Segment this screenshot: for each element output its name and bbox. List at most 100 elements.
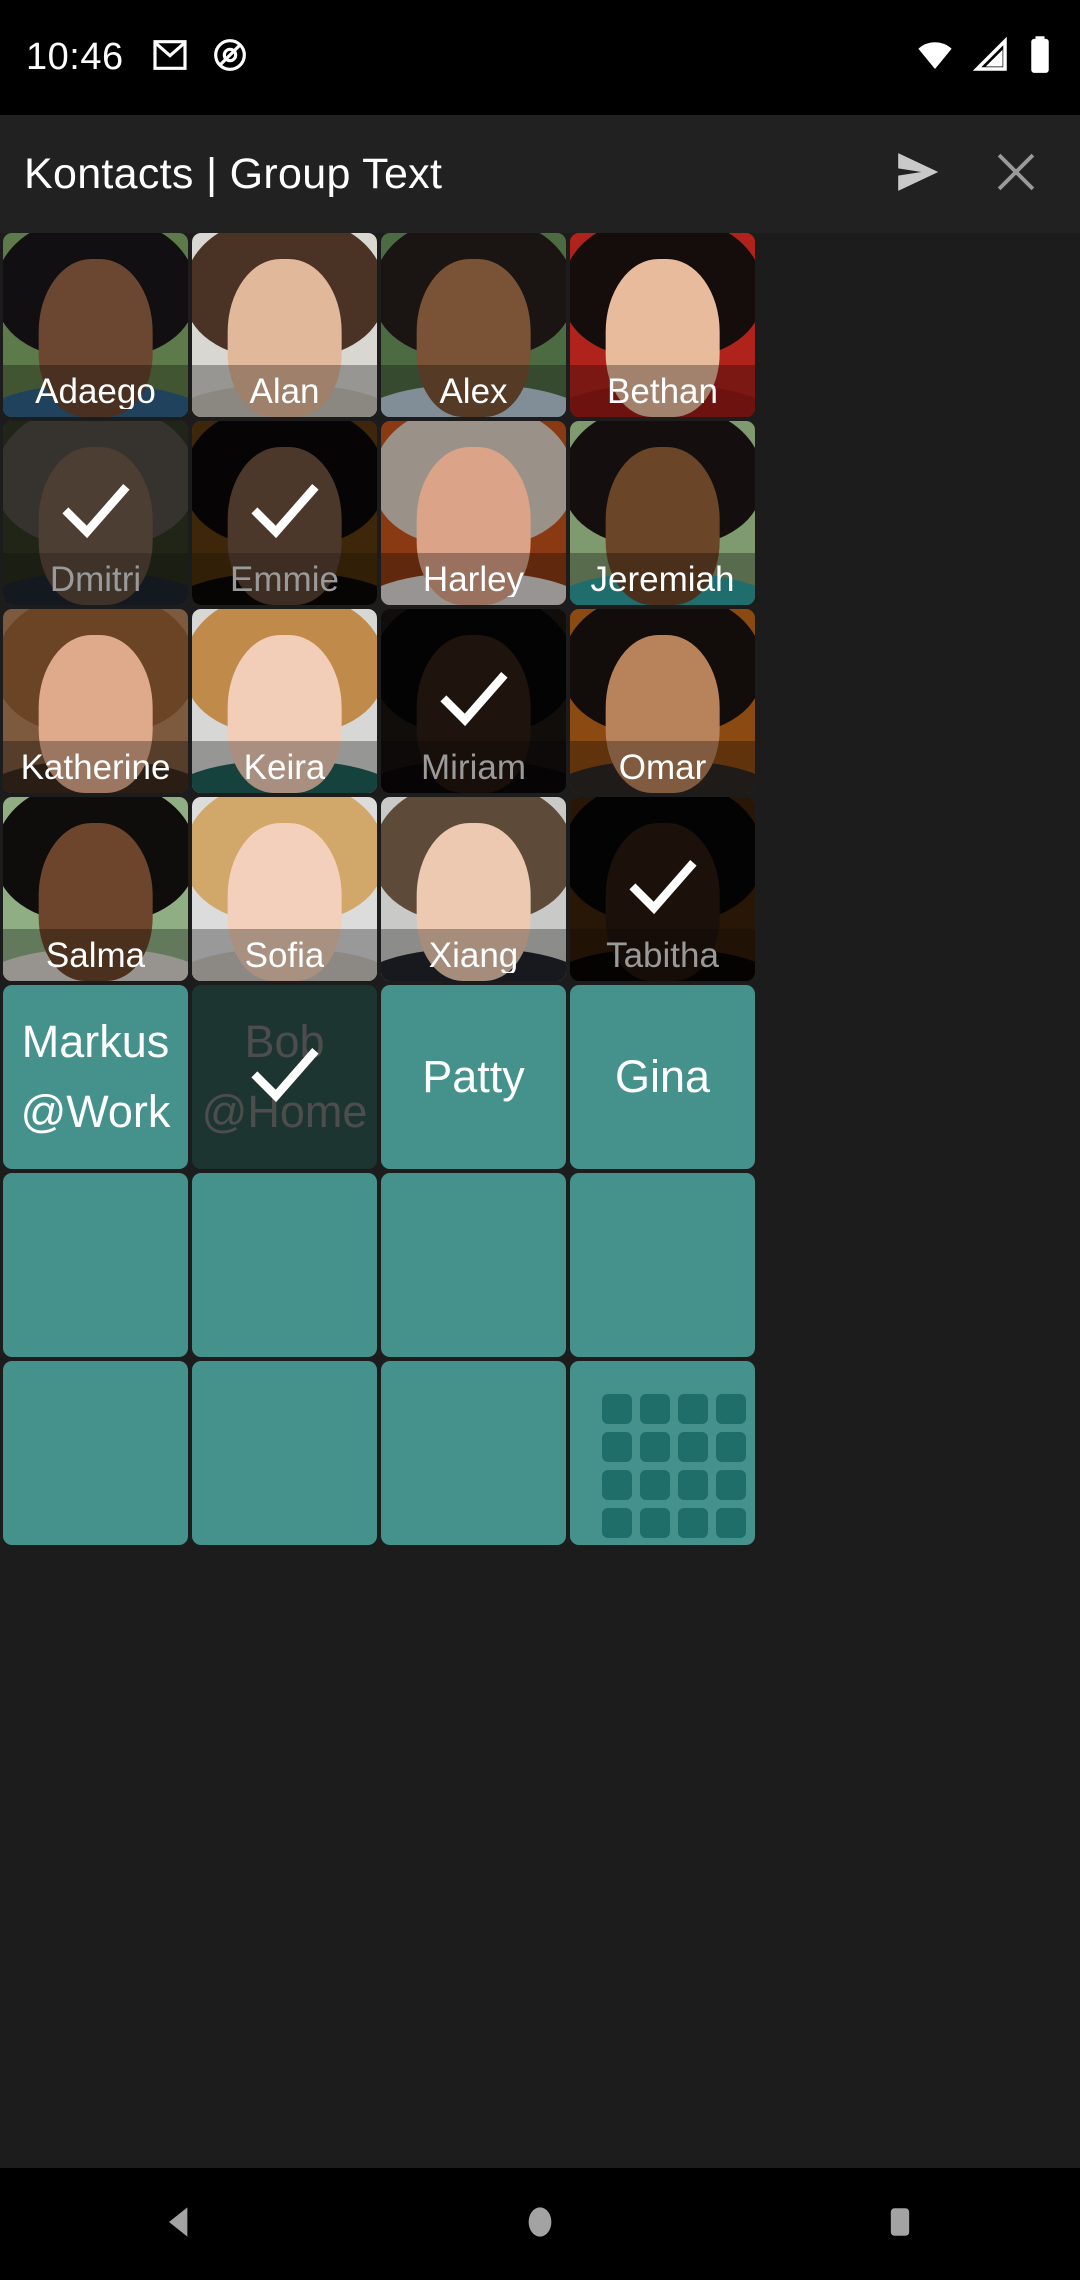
contact-tile[interactable]: Bethan — [570, 233, 755, 417]
grid-icon-cell — [716, 1394, 746, 1424]
contact-name: Jeremiah — [590, 561, 735, 597]
contact-name: Omar — [618, 749, 707, 785]
home-circle-icon — [518, 2200, 562, 2249]
send-button[interactable] — [890, 146, 946, 202]
contact-tile[interactable]: Emmie — [192, 421, 377, 605]
contact-name: Alex — [439, 373, 508, 409]
grid-icon-cell — [678, 1432, 708, 1462]
contact-name: Bethan — [607, 373, 718, 409]
contact-tile[interactable]: Tabitha — [570, 797, 755, 981]
contact-name-bar: Sofia — [192, 929, 377, 981]
grid-icon-cell — [716, 1508, 746, 1538]
screen: 10:46 Kontacts | Group Text Adaego Alan … — [0, 0, 1080, 2280]
group-tile[interactable]: Gina — [570, 985, 755, 1169]
grid-icon-cell — [640, 1394, 670, 1424]
empty-group-tile[interactable] — [570, 1173, 755, 1357]
contact-tile[interactable]: Alex — [381, 233, 566, 417]
app-bar-actions — [890, 146, 1056, 202]
contact-name: Katherine — [20, 749, 171, 785]
contact-name-bar: Xiang — [381, 929, 566, 981]
android-nav-bar — [0, 2168, 1080, 2280]
checkmark-icon — [250, 484, 319, 539]
contact-name: Harley — [422, 561, 525, 597]
gmail-icon — [150, 35, 190, 80]
page-title: Kontacts | Group Text — [24, 149, 443, 198]
contact-name-bar: Alan — [192, 365, 377, 417]
empty-group-tile[interactable] — [381, 1361, 566, 1545]
empty-group-tile[interactable] — [3, 1173, 188, 1357]
close-icon — [989, 145, 1043, 204]
grid-icon-cell — [678, 1394, 708, 1424]
contact-name: Salma — [45, 937, 146, 973]
empty-group-tile[interactable] — [381, 1173, 566, 1357]
cell-signal-icon — [970, 34, 1012, 81]
contact-name-bar: Harley — [381, 553, 566, 605]
contact-tile[interactable]: Miriam — [381, 609, 566, 793]
group-tile[interactable]: Markus @Work — [3, 985, 188, 1169]
contact-grid: Adaego Alan Alex Bethan Dmitri Emmie Harley Jer… — [0, 233, 1080, 1545]
contact-name: Keira — [243, 749, 326, 785]
status-bar-clock: 10:46 — [26, 36, 124, 78]
circle-slash-icon — [210, 35, 250, 80]
status-bar: 10:46 — [0, 0, 1080, 115]
grid-icon-cell — [678, 1508, 708, 1538]
checkmark-icon — [250, 1048, 319, 1103]
contact-tile[interactable]: Salma — [3, 797, 188, 981]
grid-icon-cell — [640, 1432, 670, 1462]
empty-group-tile[interactable] — [3, 1361, 188, 1545]
empty-group-tile[interactable] — [192, 1173, 377, 1357]
contact-name: Sofia — [244, 937, 325, 973]
contact-name-bar: Dmitri — [3, 553, 188, 605]
recents-square-icon — [878, 2200, 922, 2249]
grid-icon-cell — [678, 1470, 708, 1500]
checkmark-icon — [439, 672, 508, 727]
contact-name-bar: Salma — [3, 929, 188, 981]
status-bar-notification-icons — [150, 35, 250, 80]
apps-grid-icon[interactable] — [602, 1394, 746, 1538]
back-triangle-icon — [158, 2200, 202, 2249]
contact-tile[interactable]: Katherine — [3, 609, 188, 793]
grid-icon-cell — [640, 1508, 670, 1538]
group-tile[interactable]: Patty — [381, 985, 566, 1169]
checkmark-icon — [61, 484, 130, 539]
contact-name: Dmitri — [49, 561, 142, 597]
contact-name-bar: Bethan — [570, 365, 755, 417]
contact-name-bar: Adaego — [3, 365, 188, 417]
grid-icon-cell — [602, 1432, 632, 1462]
home-button[interactable] — [480, 2168, 600, 2280]
grid-icon-cell — [602, 1508, 632, 1538]
empty-group-tile[interactable] — [192, 1361, 377, 1545]
status-bar-system-icons — [914, 34, 1054, 81]
back-button[interactable] — [120, 2168, 240, 2280]
recents-button[interactable] — [840, 2168, 960, 2280]
grid-icon-cell — [716, 1432, 746, 1462]
send-icon — [891, 145, 945, 204]
contact-tile[interactable]: Adaego — [3, 233, 188, 417]
contact-name-bar: Miriam — [381, 741, 566, 793]
group-tile[interactable]: Bob @Home — [192, 985, 377, 1169]
group-label-line1: Patty — [422, 1051, 525, 1103]
contact-name: Miriam — [421, 749, 526, 785]
grid-icon-cell — [602, 1394, 632, 1424]
group-label-line1: Markus — [21, 1016, 170, 1068]
contact-tile[interactable]: Harley — [381, 421, 566, 605]
group-label-line1: Gina — [614, 1051, 711, 1103]
contact-name-bar: Tabitha — [570, 929, 755, 981]
contact-tile[interactable]: Xiang — [381, 797, 566, 981]
contact-name-bar: Jeremiah — [570, 553, 755, 605]
contact-tile[interactable]: Alan — [192, 233, 377, 417]
contact-name: Alan — [249, 373, 320, 409]
contact-tile[interactable]: Keira — [192, 609, 377, 793]
battery-icon — [1026, 34, 1054, 81]
contact-name: Adaego — [35, 373, 156, 409]
contact-tile[interactable]: Sofia — [192, 797, 377, 981]
contact-tile[interactable]: Dmitri — [3, 421, 188, 605]
contact-name-bar: Alex — [381, 365, 566, 417]
contact-name-bar: Keira — [192, 741, 377, 793]
contact-name-bar: Omar — [570, 741, 755, 793]
contact-tile[interactable]: Omar — [570, 609, 755, 793]
contact-name-bar: Katherine — [3, 741, 188, 793]
close-button[interactable] — [988, 146, 1044, 202]
empty-group-tile[interactable] — [570, 1361, 755, 1545]
contact-tile[interactable]: Jeremiah — [570, 421, 755, 605]
